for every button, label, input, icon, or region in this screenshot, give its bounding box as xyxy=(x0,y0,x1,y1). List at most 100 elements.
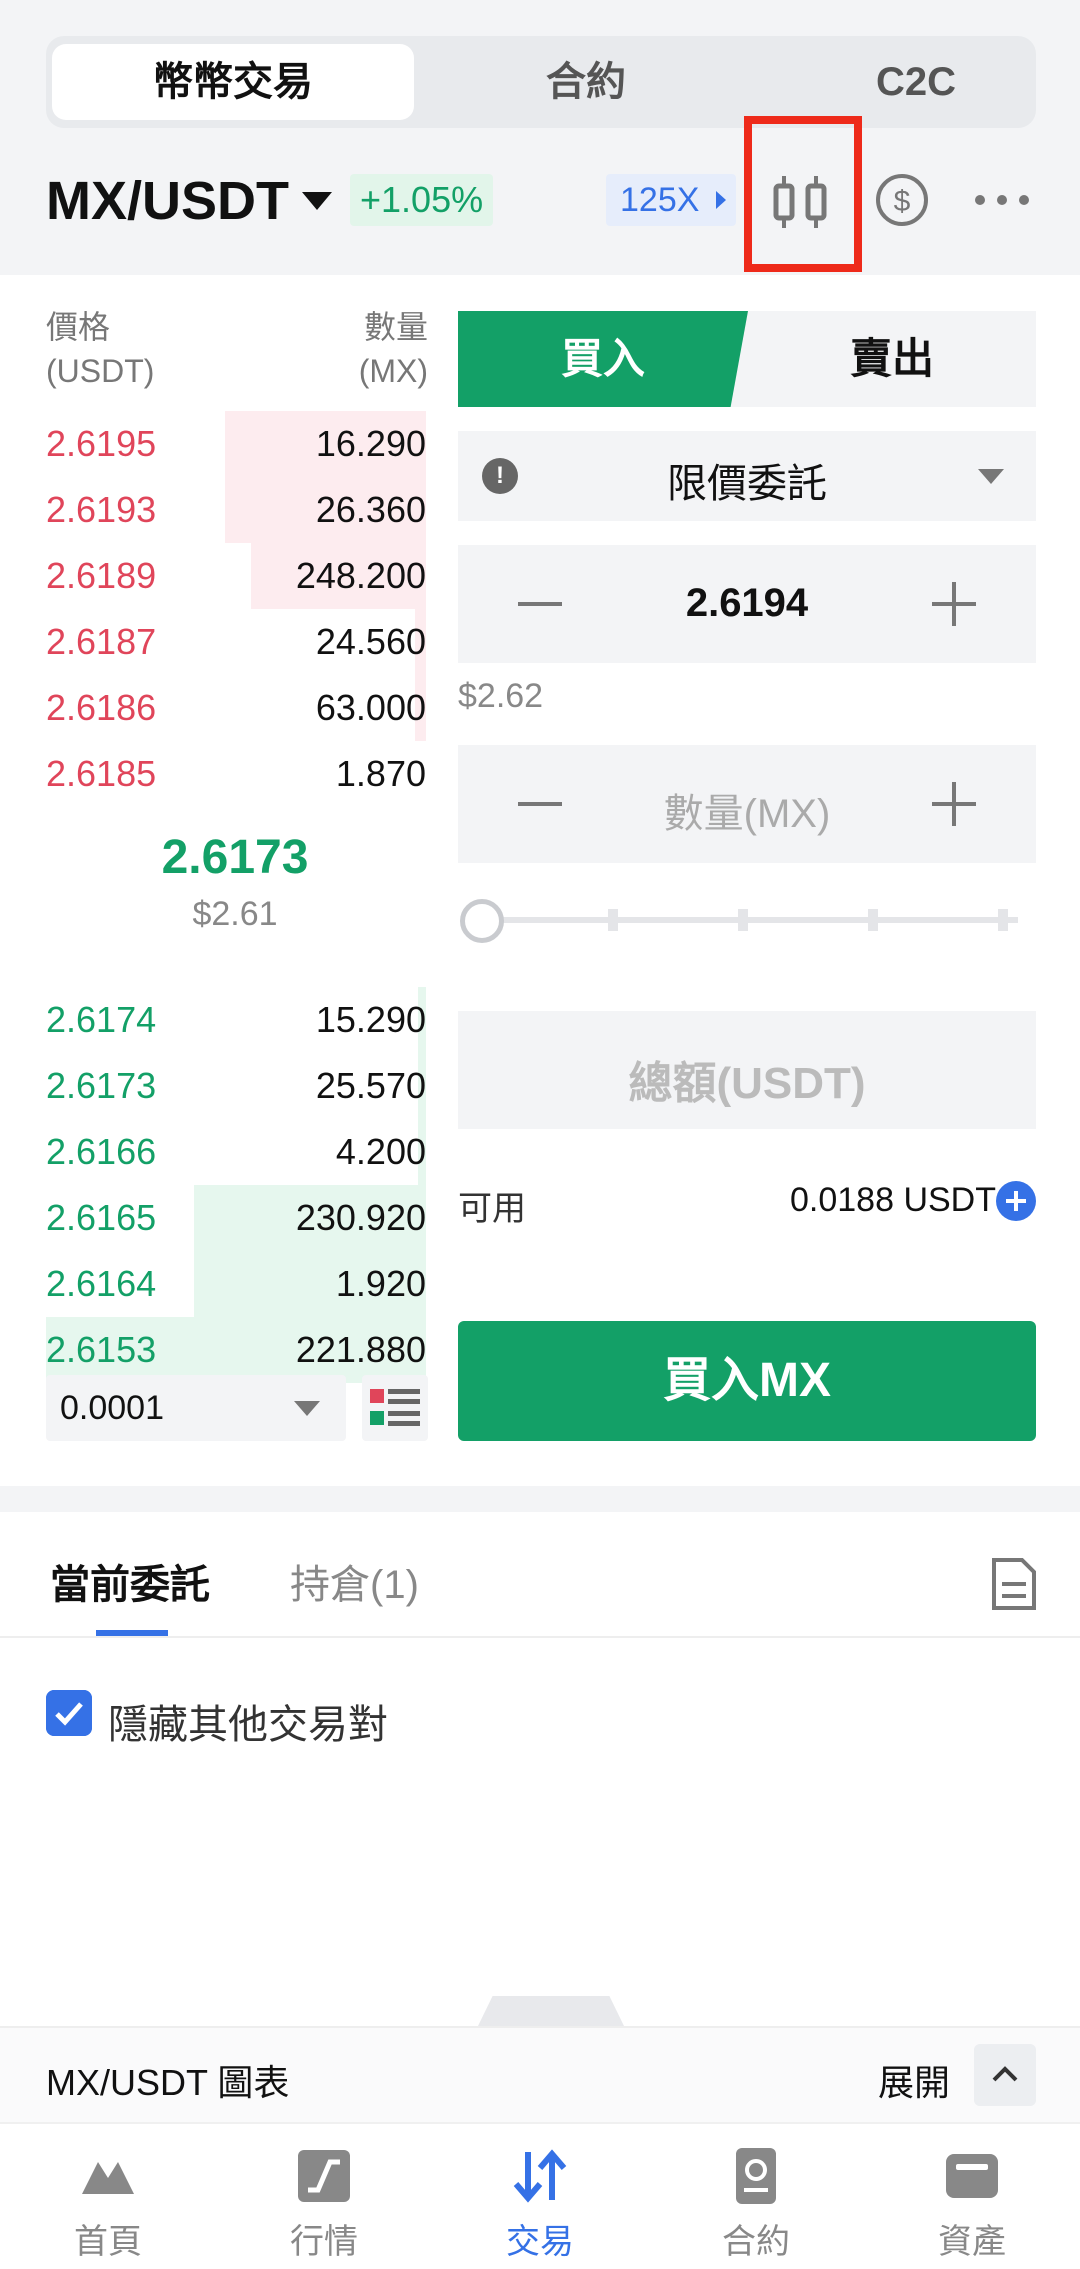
depth-precision-value: 0.0001 xyxy=(60,1389,164,1427)
drawer-handle[interactable] xyxy=(478,1996,624,2026)
available-balance: 0.0188 USDT xyxy=(790,1181,996,1219)
dollar-circle-icon[interactable]: $ xyxy=(874,172,930,228)
ask-row[interactable]: 2.6187 24.560 xyxy=(46,609,426,675)
market-icon xyxy=(298,2150,350,2202)
bid-row[interactable]: 2.6166 4.200 xyxy=(46,1119,426,1185)
slider-tick[interactable] xyxy=(738,909,748,931)
tab-positions[interactable]: 持倉(1) xyxy=(290,1552,419,1610)
ask-price: 2.6195 xyxy=(46,423,157,464)
ask-price: 2.6187 xyxy=(46,621,157,662)
ask-quantity: 1.870 xyxy=(335,753,426,794)
bid-row[interactable]: 2.6165 230.920 xyxy=(46,1185,426,1251)
plus-icon-vertical[interactable] xyxy=(952,782,956,826)
nav-futures[interactable]: 合約 xyxy=(648,2124,864,2269)
more-icon[interactable] xyxy=(972,172,1032,228)
orders-tabs: 當前委託 持倉(1) xyxy=(0,1512,1080,1638)
chart-drawer[interactable]: MX/USDT 圖表 展開 xyxy=(0,2026,1080,2122)
nav-assets-label: 資產 xyxy=(938,2223,1006,2261)
pair-dropdown-icon[interactable] xyxy=(302,192,332,210)
tab-current-orders[interactable]: 當前委託 xyxy=(50,1552,210,1610)
buy-tab[interactable]: 買入 xyxy=(458,311,748,407)
slider-knob[interactable] xyxy=(460,899,504,943)
active-tab-indicator xyxy=(96,1630,168,1636)
pair-selector[interactable]: MX/USDT xyxy=(46,170,289,232)
plus-icon-vertical[interactable] xyxy=(952,582,956,626)
order-history-icon[interactable] xyxy=(990,1556,1038,1612)
ask-row[interactable]: 2.6193 26.360 xyxy=(46,477,426,543)
pair-header: MX/USDT +1.05% 125X $ xyxy=(0,150,1080,250)
chart-expand-button[interactable]: 展開 xyxy=(878,2054,950,2106)
trade-icon xyxy=(513,2149,567,2203)
slider-track[interactable] xyxy=(484,917,1018,923)
ask-quantity: 63.000 xyxy=(315,687,426,728)
bid-row[interactable]: 2.6174 15.290 xyxy=(46,987,426,1053)
qty-header-label: 數量 xyxy=(363,309,428,345)
slider-tick[interactable] xyxy=(998,909,1008,931)
slider-tick[interactable] xyxy=(608,909,618,931)
add-funds-icon[interactable] xyxy=(996,1181,1036,1221)
bid-row[interactable]: 2.6153 221.880 xyxy=(46,1317,426,1383)
price-change-badge: +1.05% xyxy=(350,174,494,226)
price-stepper[interactable]: 2.6194 xyxy=(458,545,1036,663)
ask-quantity: 248.200 xyxy=(295,555,426,596)
orderbook-layout-icon[interactable] xyxy=(362,1375,428,1441)
order-form: 買入 賣出 ! 限價委託 2.6194 $2.62 數量(MX) 總額(USDT… xyxy=(458,275,1036,1475)
bid-price: 2.6173 xyxy=(46,1065,157,1106)
nav-home[interactable]: 首頁 xyxy=(0,2124,216,2269)
quantity-stepper[interactable]: 數量(MX) xyxy=(458,745,1036,863)
buy-button[interactable]: 買入MX xyxy=(458,1321,1036,1441)
bid-price: 2.6166 xyxy=(46,1131,157,1172)
ask-row[interactable]: 2.6186 63.000 xyxy=(46,675,426,741)
price-column-header: 價格 (USDT) xyxy=(46,305,154,393)
order-type-label: 限價委託 xyxy=(667,462,827,506)
order-book: 價格 (USDT) 數量 (MX) 2.6195 16.290 2.6193 26.3… xyxy=(0,275,440,1475)
bid-row[interactable]: 2.6164 1.920 xyxy=(46,1251,426,1317)
wallet-icon xyxy=(946,2154,998,2198)
bid-quantity: 1.920 xyxy=(335,1263,426,1304)
svg-text:$: $ xyxy=(894,185,911,218)
segment-spot[interactable]: 幣幣交易 xyxy=(52,44,414,120)
price-usd-hint: $2.62 xyxy=(458,677,544,715)
bid-quantity: 230.920 xyxy=(295,1197,426,1238)
ask-row[interactable]: 2.6195 16.290 xyxy=(46,411,426,477)
last-price: 2.6173 xyxy=(161,831,309,884)
segment-futures[interactable]: 合約 xyxy=(416,44,756,120)
slider-tick[interactable] xyxy=(868,909,878,931)
available-label: 可用 xyxy=(458,1190,526,1228)
highlight-box xyxy=(744,116,862,272)
qty-column-header: 數量 (MX) xyxy=(359,305,428,393)
bid-quantity: 4.200 xyxy=(335,1131,426,1172)
ask-quantity: 24.560 xyxy=(315,621,426,662)
nav-futures-label: 合約 xyxy=(722,2223,790,2261)
nav-market[interactable]: 行情 xyxy=(216,2124,432,2269)
top-area: 幣幣交易 合約 C2C MX/USDT +1.05% 125X $ xyxy=(0,0,1080,275)
bid-quantity: 25.570 xyxy=(315,1065,426,1106)
last-price-usd: $2.61 xyxy=(192,895,278,933)
leverage-button[interactable]: 125X xyxy=(606,174,736,226)
total-input[interactable]: 總額(USDT) xyxy=(458,1011,1036,1129)
section-divider xyxy=(0,1486,1080,1512)
bid-price: 2.6174 xyxy=(46,999,157,1040)
side-tabs: 買入 賣出 xyxy=(458,311,1036,407)
hide-other-pairs-label: 隱藏其他交易對 xyxy=(108,1703,388,1747)
depth-precision-select[interactable]: 0.0001 xyxy=(46,1375,346,1441)
ask-row[interactable]: 2.6185 1.870 xyxy=(46,741,426,805)
quantity-input[interactable]: 數量(MX) xyxy=(458,781,1036,839)
segment-c2c[interactable]: C2C xyxy=(756,44,1076,120)
chart-drawer-title: MX/USDT 圖表 xyxy=(46,2062,290,2103)
futures-icon xyxy=(736,2148,776,2204)
ask-price: 2.6186 xyxy=(46,687,157,728)
chevron-up-icon[interactable] xyxy=(974,2044,1036,2106)
price-header-unit: (USDT) xyxy=(46,353,155,389)
ask-price: 2.6185 xyxy=(46,753,157,794)
ask-quantity: 26.360 xyxy=(315,489,426,530)
chevron-down-icon xyxy=(294,1401,320,1416)
nav-assets[interactable]: 資產 xyxy=(864,2124,1080,2269)
ask-row[interactable]: 2.6189 248.200 xyxy=(46,543,426,609)
amount-slider[interactable] xyxy=(458,895,1036,945)
bid-row[interactable]: 2.6173 25.570 xyxy=(46,1053,426,1119)
checkbox-checked-icon[interactable] xyxy=(46,1690,92,1736)
sell-tab[interactable]: 賣出 xyxy=(748,311,1036,407)
nav-trade[interactable]: 交易 xyxy=(432,2124,648,2269)
order-type-select[interactable]: ! 限價委託 xyxy=(458,431,1036,521)
